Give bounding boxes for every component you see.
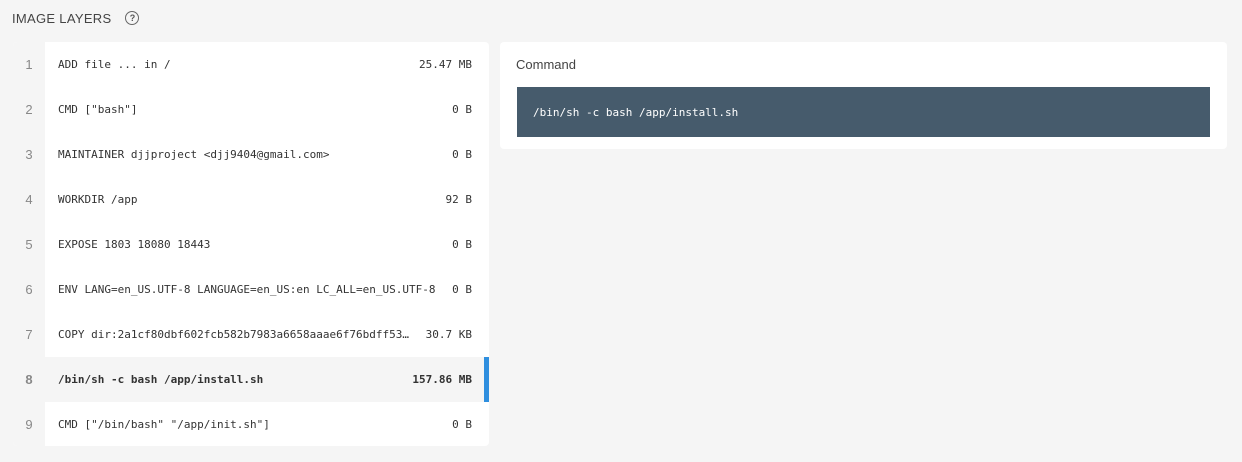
help-icon[interactable]: ?	[125, 11, 140, 25]
layer-index: 4	[13, 177, 45, 222]
layer-command: ENV LANG=en_US.UTF-8 LANGUAGE=en_US:en L…	[58, 283, 436, 296]
layer-index: 6	[13, 267, 45, 312]
layer-size: 0 B	[452, 283, 472, 296]
layer-command: MAINTAINER djjproject <djj9404@gmail.com…	[58, 148, 330, 161]
page-title: IMAGE LAYERS	[12, 10, 112, 26]
layer-row-selected[interactable]: 8 /bin/sh -c bash /app/install.sh 157.86…	[13, 357, 489, 402]
layer-row[interactable]: 5 EXPOSE 1803 18080 18443 0 B	[13, 222, 489, 267]
layer-size: 25.47 MB	[419, 58, 472, 71]
layer-row[interactable]: 3 MAINTAINER djjproject <djj9404@gmail.c…	[13, 132, 489, 177]
layer-index: 7	[13, 312, 45, 357]
layer-index: 9	[13, 402, 45, 446]
layer-command: COPY dir:2a1cf80dbf602fcb582b7983a6658aa…	[58, 328, 409, 341]
layer-index: 2	[13, 87, 45, 132]
layer-size: 92 B	[445, 193, 473, 206]
layer-command: CMD ["bash"]	[58, 103, 138, 116]
layer-row[interactable]: 4 WORKDIR /app 92 B	[13, 177, 489, 222]
layer-command: /bin/sh -c bash /app/install.sh	[58, 373, 264, 386]
layer-row[interactable]: 7 COPY dir:2a1cf80dbf602fcb582b7983a6658…	[13, 312, 489, 357]
layer-index: 1	[13, 42, 45, 87]
command-label: Command	[516, 57, 576, 72]
layer-command: ADD file ... in /	[58, 58, 171, 71]
layer-size: 0 B	[452, 238, 472, 251]
layer-command: EXPOSE 1803 18080 18443	[58, 238, 211, 251]
page-header: IMAGE LAYERS ?	[12, 8, 140, 28]
layer-size: 0 B	[452, 148, 472, 161]
layer-row[interactable]: 1 ADD file ... in / 25.47 MB	[13, 42, 489, 87]
layer-index: 8	[13, 357, 45, 402]
layer-size: 0 B	[452, 418, 472, 431]
layer-command: WORKDIR /app	[58, 193, 138, 206]
layer-size: 30.7 KB	[425, 328, 472, 341]
layer-row[interactable]: 9 CMD ["/bin/bash" "/app/init.sh"] 0 B	[13, 402, 489, 446]
layer-size: 157.86 MB	[412, 373, 472, 386]
layer-index: 3	[13, 132, 45, 177]
command-panel: Command /bin/sh -c bash /app/install.sh	[500, 42, 1227, 149]
layer-index: 5	[13, 222, 45, 267]
command-value: /bin/sh -c bash /app/install.sh	[517, 87, 1210, 137]
layer-size: 0 B	[452, 103, 472, 116]
layer-command: CMD ["/bin/bash" "/app/init.sh"]	[58, 418, 270, 431]
layers-list: 1 ADD file ... in / 25.47 MB 2 CMD ["bas…	[13, 42, 489, 446]
layer-row[interactable]: 2 CMD ["bash"] 0 B	[13, 87, 489, 132]
layer-row[interactable]: 6 ENV LANG=en_US.UTF-8 LANGUAGE=en_US:en…	[13, 267, 489, 312]
